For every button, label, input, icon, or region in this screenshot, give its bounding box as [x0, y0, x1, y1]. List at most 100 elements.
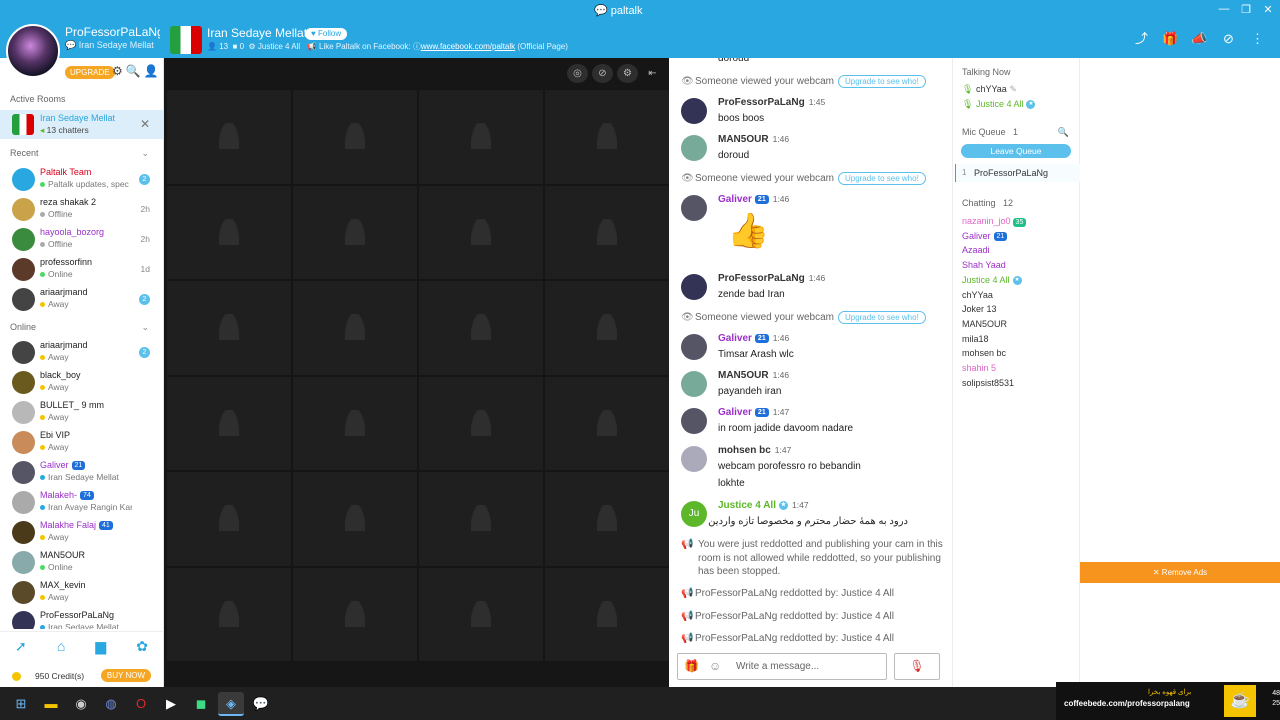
- video-slot[interactable]: [292, 471, 418, 567]
- opera-icon[interactable]: O: [128, 692, 154, 716]
- contact-item[interactable]: professorfinn Online 1d: [0, 254, 163, 284]
- remove-ads-button[interactable]: ✕ Remove Ads: [1080, 562, 1280, 583]
- avatar[interactable]: [12, 491, 35, 514]
- contact-item[interactable]: Paltalk Team Paltalk updates, spec 2: [0, 164, 163, 194]
- avatar[interactable]: [12, 288, 35, 311]
- video-slot[interactable]: [418, 280, 544, 376]
- chatting-user[interactable]: mohsen bc: [962, 348, 1006, 358]
- contact-item[interactable]: BULLET_ 9 mm Away: [0, 397, 163, 427]
- avatar[interactable]: [12, 551, 35, 574]
- video-slot[interactable]: [418, 184, 544, 280]
- paltalk-taskbar-icon[interactable]: ◈: [218, 692, 244, 716]
- chatting-user[interactable]: solipsist8531: [962, 378, 1014, 388]
- video-slot[interactable]: [292, 280, 418, 376]
- chat-sender[interactable]: MAN5OUR 1:46: [718, 134, 789, 145]
- chatting-user[interactable]: Joker 13: [962, 304, 997, 314]
- avatar[interactable]: [12, 258, 35, 281]
- upgrade-link[interactable]: Upgrade to see who!: [837, 75, 926, 88]
- avatar[interactable]: Ju: [681, 501, 707, 527]
- discord-icon[interactable]: ◍: [98, 692, 124, 716]
- home-icon[interactable]: ⌂: [57, 638, 65, 655]
- video-off-icon[interactable]: ⊘: [592, 64, 613, 83]
- video-slot[interactable]: [166, 280, 292, 376]
- camera-off-icon[interactable]: ⊘: [1214, 29, 1243, 49]
- maximize-button[interactable]: ❐: [1238, 3, 1254, 16]
- close-icon[interactable]: ✕: [140, 117, 150, 131]
- announce-icon[interactable]: 📣: [1185, 29, 1214, 49]
- video-slot[interactable]: [292, 184, 418, 280]
- chatting-user[interactable]: nazanin_jo0 35: [962, 216, 1027, 227]
- contact-item[interactable]: hayoola_bozorg Offline 2h: [0, 224, 163, 254]
- gear-icon[interactable]: ⚙: [617, 64, 638, 83]
- upgrade-button[interactable]: UPGRADE: [65, 66, 115, 79]
- avatar[interactable]: [12, 581, 35, 604]
- facebook-link[interactable]: www.facebook.com/paltalk: [421, 42, 515, 51]
- avatar[interactable]: [681, 334, 707, 360]
- follow-button[interactable]: ♥ Follow: [305, 28, 348, 40]
- avatar[interactable]: [6, 24, 60, 78]
- avatar[interactable]: [681, 135, 707, 161]
- chevron-down-icon[interactable]: ⌄: [141, 322, 149, 333]
- avatar[interactable]: [12, 168, 35, 191]
- webcam-icon[interactable]: ◎: [567, 64, 588, 83]
- contact-item[interactable]: Malakeh-74Iran Avaye Rangin Kaman: [0, 487, 163, 517]
- message-input[interactable]: Write a message...: [736, 661, 819, 672]
- video-slot[interactable]: [166, 375, 292, 471]
- avatar[interactable]: [12, 431, 35, 454]
- contact-item[interactable]: MAN5OUR Online: [0, 547, 163, 577]
- contact-item[interactable]: MAX_kevin Away: [0, 577, 163, 607]
- avatar[interactable]: [12, 228, 35, 251]
- video-slot[interactable]: [418, 566, 544, 662]
- search-icon[interactable]: 🔍: [1058, 127, 1069, 138]
- active-room-item[interactable]: Iran Sedaye Mellat ◂ 13 chatters ✕: [0, 110, 163, 139]
- video-slot[interactable]: [166, 184, 292, 280]
- chat-sender[interactable]: Justice 4 All ★ 1:47: [718, 500, 809, 511]
- video-slot[interactable]: [292, 566, 418, 662]
- contact-item[interactable]: black_boy Away: [0, 367, 163, 397]
- contact-item[interactable]: ariaarjmand Away 2: [0, 337, 163, 367]
- chat-sender[interactable]: ProFessorPaLaNg 1:46: [718, 273, 825, 284]
- chatting-user[interactable]: mila18: [962, 334, 989, 344]
- mic-muted-button[interactable]: 🎙: [894, 653, 940, 680]
- message-input-box[interactable]: 🎁 ☺ Write a message...: [677, 653, 887, 680]
- settings-icon[interactable]: ✿: [136, 638, 148, 655]
- minimize-button[interactable]: —: [1216, 3, 1232, 15]
- avatar[interactable]: [681, 274, 707, 300]
- video-slot[interactable]: [544, 471, 670, 567]
- contact-item[interactable]: Malakhe Falaj 41 Away: [0, 517, 163, 547]
- steam-icon[interactable]: ◉: [68, 692, 94, 716]
- chat-app-icon[interactable]: 💬: [248, 692, 274, 716]
- folder-icon[interactable]: ▬: [38, 692, 64, 716]
- avatar[interactable]: [12, 401, 35, 424]
- video-slot[interactable]: [544, 566, 670, 662]
- chatting-user[interactable]: Shah Yaad: [962, 260, 1006, 270]
- video-slot[interactable]: [544, 280, 670, 376]
- avatar[interactable]: [12, 371, 35, 394]
- avatar[interactable]: [681, 371, 707, 397]
- video-slot[interactable]: [418, 89, 544, 185]
- add-user-icon[interactable]: 👤: [144, 64, 159, 78]
- chevron-down-icon[interactable]: ⌄: [141, 148, 149, 159]
- contact-item[interactable]: Galiver 21 Iran Sedaye Mellat: [0, 457, 163, 487]
- avatar[interactable]: [681, 446, 707, 472]
- avatar[interactable]: [12, 611, 35, 629]
- collapse-icon[interactable]: ⇤: [642, 64, 663, 83]
- avatar[interactable]: [681, 98, 707, 124]
- chatting-user[interactable]: Justice 4 All ★: [962, 275, 1022, 285]
- chat-sender[interactable]: MAN5OUR 1:46: [718, 370, 789, 381]
- upgrade-link[interactable]: Upgrade to see who!: [837, 311, 926, 324]
- video-slot[interactable]: [544, 89, 670, 185]
- chatting-user[interactable]: chYYaa: [962, 290, 993, 300]
- contact-item[interactable]: ProFessorPaLaNg Iran Sedaye Mellat: [0, 607, 163, 629]
- talking-user[interactable]: 🎙 Justice 4 All ★: [962, 99, 1036, 110]
- media-player-icon[interactable]: ▶: [158, 692, 184, 716]
- video-slot[interactable]: [292, 89, 418, 185]
- chatting-user[interactable]: shahin 5: [962, 363, 996, 373]
- contact-item[interactable]: reza shakak 2 Offline 2h: [0, 194, 163, 224]
- video-slot[interactable]: [166, 566, 292, 662]
- close-button[interactable]: ✕: [1260, 3, 1276, 16]
- contact-item[interactable]: ariaarjmand Away 2: [0, 284, 163, 314]
- chatting-user[interactable]: MAN5OUR: [962, 319, 1007, 329]
- video-slot[interactable]: [418, 471, 544, 567]
- upgrade-link[interactable]: Upgrade to see who!: [837, 172, 926, 185]
